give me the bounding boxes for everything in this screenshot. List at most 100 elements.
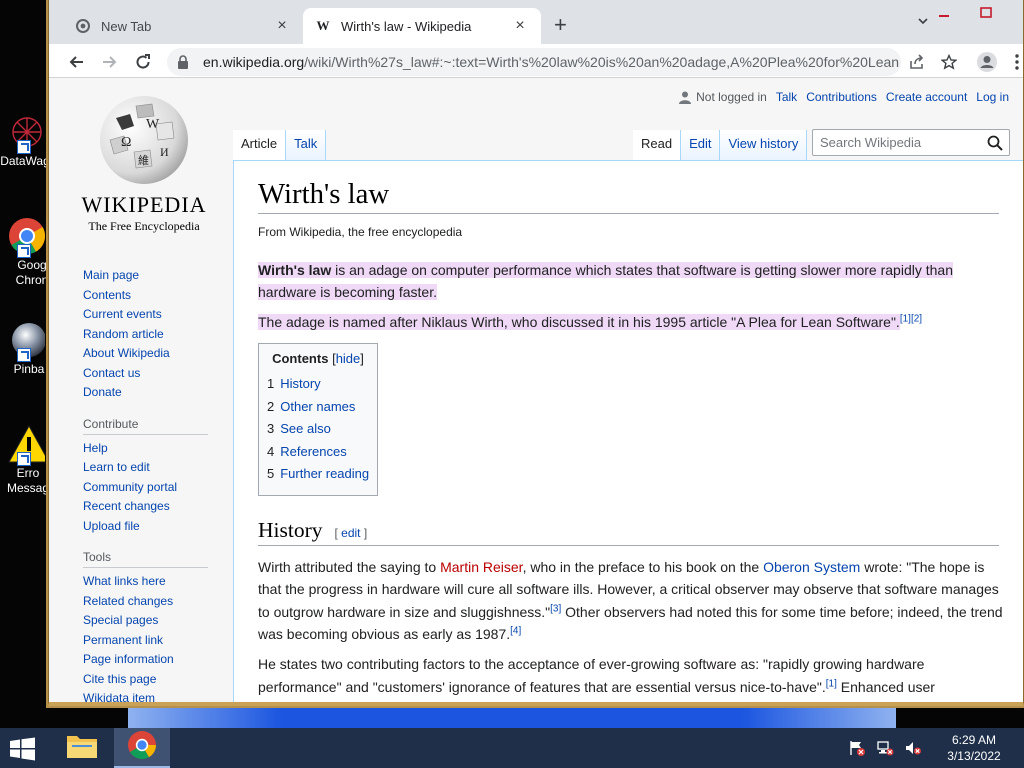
sidebar-item-learn-to-edit[interactable]: Learn to edit — [83, 458, 233, 478]
sidebar-item-donate[interactable]: Donate — [83, 383, 233, 403]
url-text: en.wikipedia.org/wiki/Wirth%27s_law#:~:t… — [203, 54, 901, 70]
tab-talk[interactable]: Talk — [286, 130, 327, 160]
toc-link[interactable]: References — [280, 444, 346, 459]
oberon-system-link[interactable]: Oberon System — [763, 559, 860, 575]
lead-text: is an adage on computer performance whic… — [258, 262, 953, 301]
wikipedia-logo[interactable]: Ω W И 維 WIKIPEDIA The Free Encyclopedia — [79, 94, 209, 234]
reload-icon[interactable] — [131, 50, 155, 74]
more-menu-icon[interactable] — [1005, 50, 1024, 74]
reference-link[interactable]: [2] — [911, 313, 922, 324]
history-paragraph-1: Wirth attributed the saying to Martin Re… — [258, 558, 1003, 642]
address-bar[interactable]: en.wikipedia.org/wiki/Wirth%27s_law#:~:t… — [167, 48, 901, 76]
view-tabs: Read Edit View history — [633, 130, 808, 160]
sidebar-item-main-page[interactable]: Main page — [83, 266, 233, 286]
toc-link[interactable]: See also — [280, 421, 331, 436]
sidebar-item-related-changes[interactable]: Related changes — [83, 592, 233, 612]
desktop-icon-google-chrome[interactable]: Goog Chron — [0, 216, 50, 288]
toc-item-further-reading[interactable]: 5 Further reading — [267, 463, 369, 486]
sidebar-item-contact-us[interactable]: Contact us — [83, 364, 233, 384]
toc-link[interactable]: History — [280, 376, 320, 391]
new-tab-icon[interactable]: + — [554, 14, 567, 36]
toc-link[interactable]: Other names — [280, 399, 355, 414]
table-of-contents: Contents [hide] 1 History 2 Other names 3S… — [258, 343, 378, 496]
profile-avatar-icon[interactable] — [975, 50, 999, 74]
reference-link[interactable]: [1] — [826, 678, 837, 689]
clock-date: 3/13/2022 — [947, 749, 1001, 763]
toc-item-history[interactable]: 1 History — [267, 373, 369, 396]
back-arrow-icon[interactable] — [65, 50, 89, 74]
second-text: The adage is named after Niklaus Wirth, … — [258, 313, 900, 330]
edit-section-link[interactable]: edit — [341, 526, 360, 540]
tab-search-chevron-icon[interactable] — [917, 14, 929, 30]
toc-link[interactable]: Further reading — [280, 466, 369, 481]
desktop-icon-label: Pinba — [13, 362, 45, 376]
browser-toolbar: en.wikipedia.org/wiki/Wirth%27s_law#:~:t… — [49, 44, 1023, 78]
share-icon[interactable] — [905, 50, 929, 74]
desktop-icon-datawag[interactable]: DataWag — [0, 112, 50, 169]
sidebar-item-cite-this-page[interactable]: Cite this page — [83, 670, 233, 690]
toc-item-references[interactable]: 4 References — [267, 441, 369, 464]
sidebar-item-recent-changes[interactable]: Recent changes — [83, 497, 233, 517]
sidebar-item-permanent-link[interactable]: Permanent link — [83, 631, 233, 651]
sidebar-item-upload-file[interactable]: Upload file — [83, 517, 233, 537]
close-tab-icon[interactable]: × — [273, 17, 291, 35]
create-account-link[interactable]: Create account — [886, 90, 967, 104]
martin-reiser-link[interactable]: Martin Reiser — [440, 559, 522, 575]
talk-link[interactable]: Talk — [776, 90, 797, 104]
search-icon[interactable] — [987, 135, 1003, 151]
sidebar-item-current-events[interactable]: Current events — [83, 305, 233, 325]
sidebar-item-special-pages[interactable]: Special pages — [83, 611, 233, 631]
reference-link[interactable]: [3] — [550, 603, 561, 614]
sidebar-item-help[interactable]: Help — [83, 439, 233, 459]
log-in-link[interactable]: Log in — [976, 90, 1009, 104]
network-icon[interactable] — [876, 740, 894, 756]
tab-strip: New Tab × W Wirth's law - Wikipedia × + — [49, 0, 1023, 44]
svg-text:Ω: Ω — [121, 135, 131, 150]
tab-wirths-law[interactable]: W Wirth's law - Wikipedia × — [303, 8, 541, 44]
contributions-link[interactable]: Contributions — [806, 90, 877, 104]
taskbar-file-explorer[interactable] — [54, 728, 110, 768]
taskbar-clock[interactable]: 6:29 AM 3/13/2022 — [932, 732, 1016, 764]
url-path: /wiki/Wirth%27s_law#:~:text=Wirth's%20la… — [304, 54, 901, 70]
sidebar-item-what-links-here[interactable]: What links here — [83, 572, 233, 592]
reference-link[interactable]: [1] — [900, 313, 911, 324]
tab-view-history[interactable]: View history — [720, 130, 808, 160]
svg-text:維: 維 — [138, 154, 149, 167]
desktop-icon-label: Erro Messag — [6, 466, 50, 495]
history-section-heading: History [ edit ] — [258, 518, 999, 546]
lead-paragraph: Wirth's law is an adage on computer perf… — [258, 259, 1004, 304]
tab-title: New Tab — [101, 18, 152, 34]
toc-item-see-also[interactable]: 3 See also — [267, 418, 369, 441]
toc-title: Contents [hide] — [272, 351, 364, 367]
tab-article[interactable]: Article — [233, 130, 287, 160]
sidebar-item-random-article[interactable]: Random article — [83, 325, 233, 345]
svg-text:И: И — [160, 145, 169, 159]
reference-link[interactable]: [4] — [510, 625, 521, 636]
desktop-icon-error-message[interactable]: Erro Messag — [0, 424, 50, 496]
bookmark-star-icon[interactable] — [937, 50, 961, 74]
sidebar-item-contents[interactable]: Contents — [83, 286, 233, 306]
start-windows-icon[interactable] — [8, 737, 38, 761]
desktop-icon-pinball[interactable]: Pinba — [0, 320, 50, 377]
sidebar-heading-tools: Tools — [83, 550, 208, 568]
volume-muted-icon[interactable] — [904, 740, 922, 756]
tab-new-tab[interactable]: New Tab × — [63, 8, 303, 44]
tab-edit[interactable]: Edit — [681, 130, 721, 160]
forward-arrow-icon[interactable] — [97, 50, 121, 74]
sidebar-item-community-portal[interactable]: Community portal — [83, 478, 233, 498]
minimize-icon[interactable] — [937, 6, 951, 23]
sidebar-item-page-information[interactable]: Page information — [83, 650, 233, 670]
sidebar-item-wikidata-item[interactable]: Wikidata item — [83, 689, 233, 702]
site-subtitle: From Wikipedia, the free encyclopedia — [258, 225, 463, 239]
second-paragraph: The adage is named after Niklaus Wirth, … — [258, 311, 1004, 333]
sidebar-item-about-wikipedia[interactable]: About Wikipedia — [83, 344, 233, 364]
maximize-icon[interactable] — [979, 6, 993, 23]
close-tab-icon[interactable]: × — [511, 17, 529, 35]
lock-icon[interactable] — [177, 55, 189, 69]
search-input[interactable]: Search Wikipedia — [812, 129, 1010, 156]
tab-read[interactable]: Read — [633, 130, 682, 160]
action-center-flag-icon[interactable] — [848, 740, 866, 756]
taskbar-chrome[interactable] — [114, 728, 170, 768]
toc-hide-link[interactable]: hide — [336, 351, 361, 366]
toc-item-other-names[interactable]: 2 Other names — [267, 396, 369, 419]
